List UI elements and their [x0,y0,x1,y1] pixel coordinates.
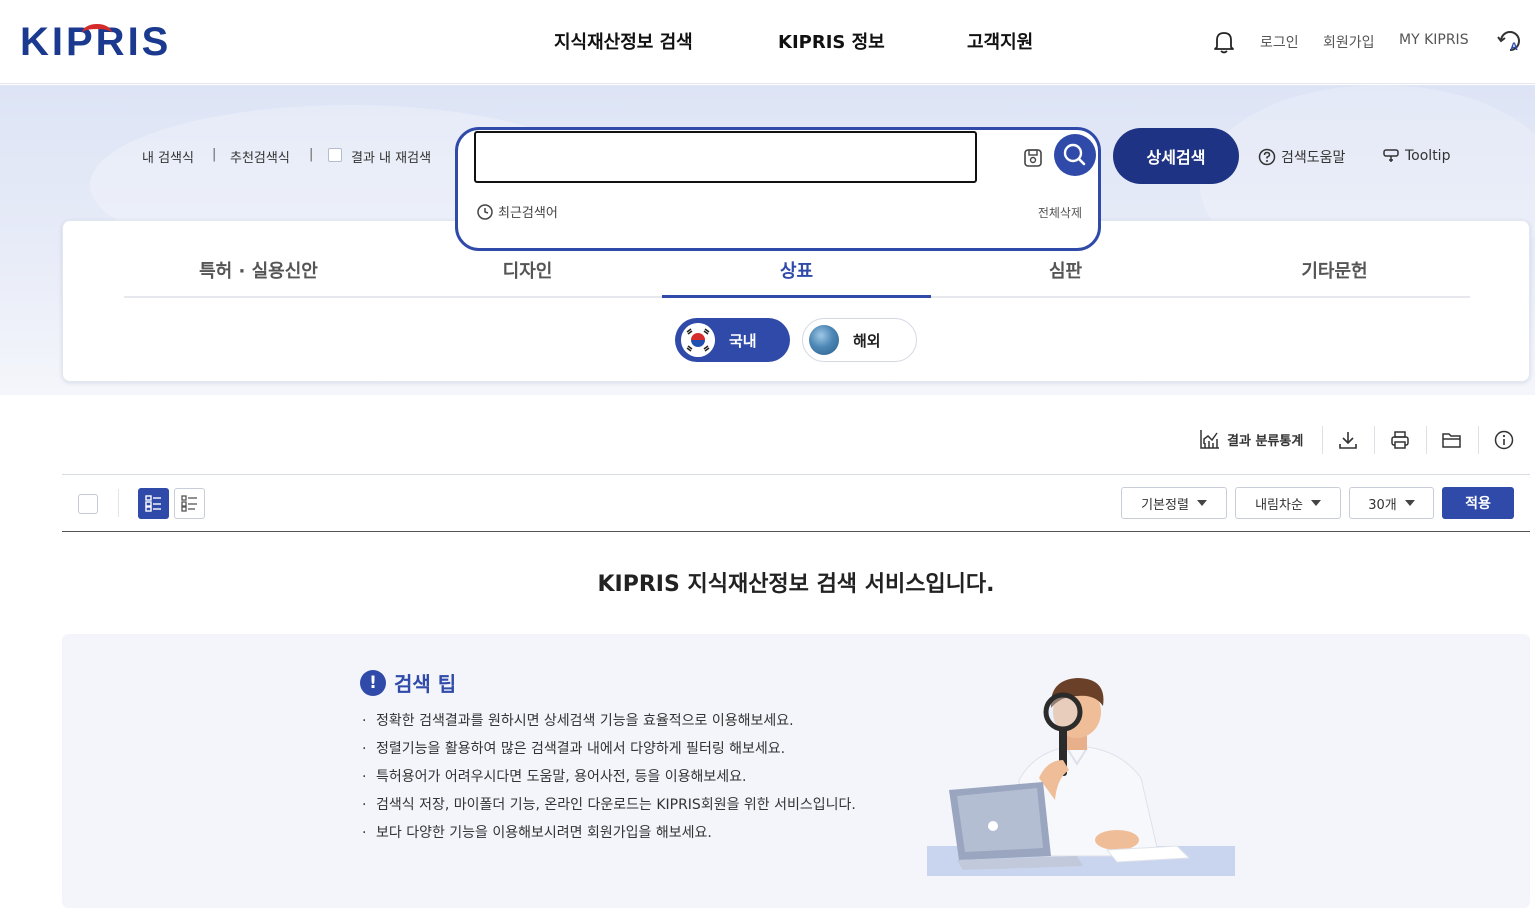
tip-item: 보다 다양한 기능을 이용해보시려면 회원가입을 해보세요. [360,822,856,850]
page-size-select[interactable]: 30개 [1349,487,1434,519]
caret-down-icon [1404,500,1415,506]
apply-button[interactable]: 적용 [1442,487,1514,519]
tab-patent-utility[interactable]: 특허 · 실용신안 [124,257,393,283]
list-simple-icon [181,495,197,512]
caret-down-icon [1196,500,1207,506]
tips-title: 검색 팁 [394,672,457,696]
sort-select[interactable]: 기본정렬 [1121,487,1227,519]
domestic-button[interactable]: 국내 [675,318,790,362]
list-detail-icon [145,495,161,512]
search-input[interactable] [474,131,977,183]
download-icon[interactable] [1337,429,1359,451]
search-button[interactable] [1054,134,1096,176]
tooltip-toggle[interactable]: Tooltip [1382,147,1450,165]
folder-icon[interactable] [1441,429,1463,451]
tip-item: 정확한 검색결과를 원하시면 상세검색 기능을 효율적으로 이용해보세요. [360,710,856,738]
korea-flag-icon [681,323,715,357]
my-kipris-link[interactable]: MY KIPRIS [1399,32,1469,48]
globe-icon [809,325,839,355]
nav-ip-search[interactable]: 지식재산정보 검색 [554,28,693,54]
recent-searches: 최근검색어 [476,202,558,221]
kipris-logo[interactable]: KIPRIS [20,18,171,66]
bell-icon[interactable] [1213,30,1235,54]
tab-trial[interactable]: 심판 [931,257,1200,283]
exclamation-icon: ! [360,669,386,696]
result-statistics-button[interactable]: 결과 분류통계 [1199,428,1303,450]
site-header: KIPRIS 지식재산정보 검색 KIPRIS 정보 고객지원 로그인 회원가입… [0,0,1535,84]
detail-view-button[interactable] [138,488,169,519]
save-search-icon[interactable] [1022,147,1044,169]
search-within-results-label: 결과 내 재검색 [351,151,432,166]
select-all-checkbox[interactable] [78,494,98,514]
recommended-search-formula-link[interactable]: 추천검색식 [230,147,290,166]
svg-text:A: A [1510,41,1518,53]
search-within-results-checkbox[interactable] [328,148,342,162]
search-person-illustration [927,678,1235,876]
search-help-link[interactable]: 검색도움말 [1258,147,1345,167]
order-select[interactable]: 내림차순 [1235,487,1341,519]
active-tab-indicator [662,295,931,298]
tip-item: 정렬기능을 활용하여 많은 검색결과 내에서 다양하게 필터링 해보세요. [360,738,856,766]
nav-kipris-info[interactable]: KIPRIS 정보 [778,28,885,54]
simple-view-button[interactable] [174,488,205,519]
chart-icon [1200,430,1219,449]
tip-item: 검색식 저장, 마이폴더 기능, 온라인 다운로드는 KIPRIS회원을 위한 … [360,794,856,822]
search-tips: ! 검색 팁 정확한 검색결과를 원하시면 상세검색 기능을 효율적으로 이용해… [62,634,1530,908]
tab-other-documents[interactable]: 기타문헌 [1200,257,1469,283]
tooltip-icon [1383,149,1399,162]
result-list-bar: 기본정렬 내림차순 30개 적용 [62,474,1530,532]
tip-item: 특허용어가 어려우시다면 도움말, 용어사전, 등을 이용해보세요. [360,766,856,794]
search-icon [1063,143,1086,166]
clock-icon [477,203,493,220]
caret-down-icon [1310,500,1321,506]
accessibility-icon[interactable]: A [1497,28,1523,54]
info-icon[interactable] [1493,429,1515,451]
detail-search-button[interactable]: 상세검색 [1113,128,1239,184]
tab-design[interactable]: 디자인 [393,257,662,283]
welcome-message: KIPRIS 지식재산정보 검색 서비스입니다. [597,572,995,597]
recent-searches-label: 최근검색어 [498,206,558,221]
delete-all-button[interactable]: 전체삭제 [1038,204,1082,221]
overseas-button[interactable]: 해외 [802,318,917,362]
question-icon [1258,148,1276,166]
login-link[interactable]: 로그인 [1260,32,1299,52]
tips-list: 정확한 검색결과를 원하시면 상세검색 기능을 효율적으로 이용해보세요. 정렬… [360,710,856,850]
search-box: 최근검색어 전체삭제 [455,127,1101,251]
signup-link[interactable]: 회원가입 [1323,32,1375,52]
logo-arc-icon [82,24,112,42]
print-icon[interactable] [1389,429,1411,451]
nav-customer-support[interactable]: 고객지원 [967,28,1033,54]
tab-trademark[interactable]: 상표 [662,257,931,283]
my-search-formula-link[interactable]: 내 검색식 [142,147,194,166]
